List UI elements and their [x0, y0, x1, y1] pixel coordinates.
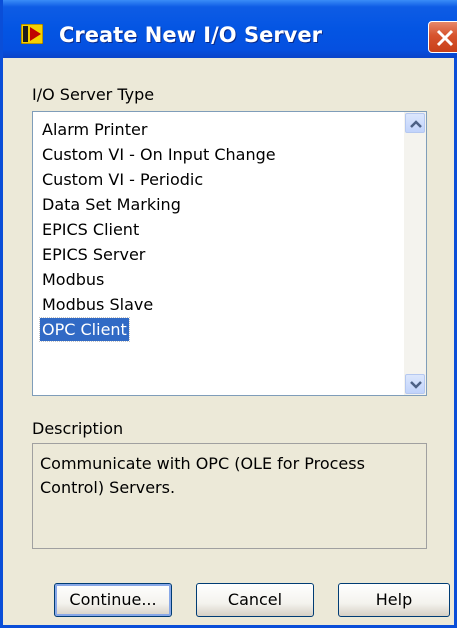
close-button[interactable]	[428, 21, 457, 53]
title-bar[interactable]: Create New I/O Server	[3, 0, 457, 58]
list-item[interactable]: EPICS Server	[40, 243, 147, 266]
scroll-up-button[interactable]	[405, 113, 425, 133]
list-item[interactable]: Alarm Printer	[40, 118, 149, 141]
help-button[interactable]: Help	[338, 583, 450, 617]
chevron-down-icon	[410, 381, 422, 389]
list-item[interactable]: Modbus Slave	[40, 293, 155, 316]
cancel-button[interactable]: Cancel	[196, 583, 314, 617]
close-icon	[436, 29, 454, 47]
scroll-down-button[interactable]	[405, 374, 425, 394]
list-item[interactable]: Data Set Marking	[40, 193, 183, 216]
continue-button[interactable]: Continue...	[54, 583, 172, 617]
description-label: Description	[32, 419, 124, 438]
list-item[interactable]: Modbus	[40, 268, 106, 291]
dialog-window: Create New I/O Server I/O Server Type Al…	[0, 0, 457, 628]
list-item[interactable]: Custom VI - On Input Change	[40, 143, 278, 166]
list-item[interactable]: Custom VI - Periodic	[40, 168, 205, 191]
list-item-selected[interactable]: OPC Client	[39, 317, 130, 342]
chevron-up-icon	[410, 120, 422, 128]
description-text: Communicate with OPC (OLE for Process Co…	[32, 443, 427, 549]
server-type-label: I/O Server Type	[32, 85, 155, 104]
window-title: Create New I/O Server	[59, 23, 322, 47]
vertical-scrollbar[interactable]	[404, 112, 426, 395]
list-item[interactable]: EPICS Client	[40, 218, 141, 241]
server-type-listbox[interactable]: Alarm Printer Custom VI - On Input Chang…	[32, 111, 427, 396]
labview-app-icon	[20, 23, 44, 45]
